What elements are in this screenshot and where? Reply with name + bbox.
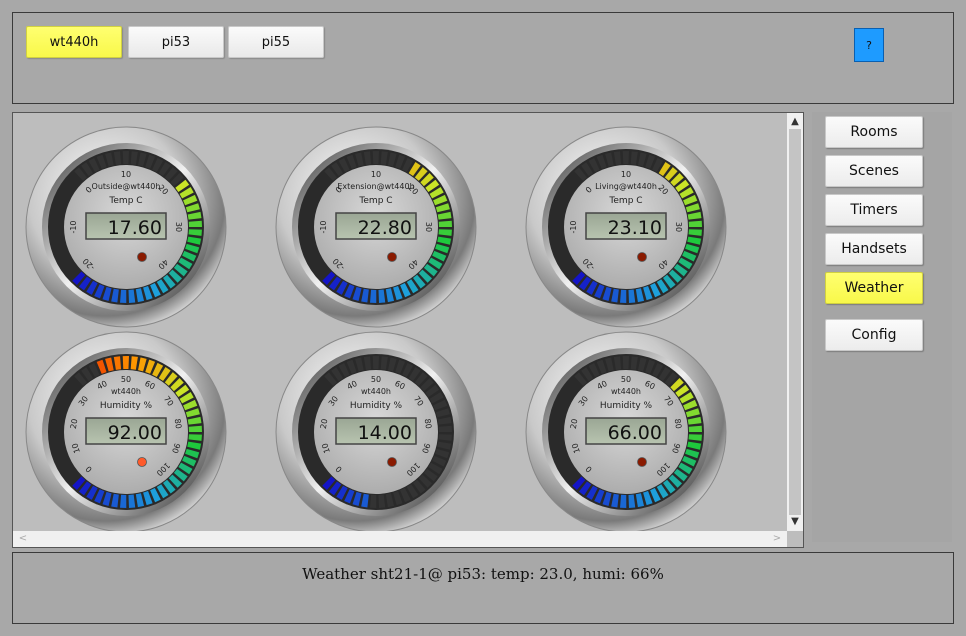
gauge-segment <box>438 220 452 227</box>
gauge-top-label: wt440h <box>361 387 391 396</box>
gauge-tick-label: 10 <box>371 170 381 179</box>
horizontal-scrollbar[interactable]: < > <box>13 531 787 547</box>
gauge-value: 22.80 <box>358 217 412 239</box>
host-button-pi53[interactable]: pi53 <box>128 26 224 58</box>
vertical-scrollbar[interactable]: ▲ ▼ <box>787 113 803 531</box>
gauge-value: 17.60 <box>108 217 162 239</box>
gauge-4: 010203040 50 60708090100wt440hHumidity %14… <box>275 331 477 531</box>
gauge-top-label: wt440h <box>111 387 141 396</box>
nav-button-scenes[interactable]: Scenes <box>825 155 923 187</box>
host-button-wt440h[interactable]: wt440h <box>26 26 122 58</box>
scroll-down-arrow-icon[interactable]: ▼ <box>787 515 803 529</box>
status-text: Weather sht21-1@ pi53: temp: 23.0, humi:… <box>302 565 664 583</box>
nav-button-rooms[interactable]: Rooms <box>825 116 923 148</box>
gauge-segment <box>122 151 129 165</box>
gauge-tick-label: 20 <box>569 418 579 429</box>
scroll-up-arrow-icon[interactable]: ▲ <box>787 115 803 129</box>
gauge-unit-label: Humidity % <box>350 401 403 411</box>
gauge-value: 92.00 <box>108 422 162 444</box>
gauge-tick-label: 20 <box>69 418 79 429</box>
gauge-tick-label: 80 <box>423 418 433 429</box>
gauge-segment <box>122 356 129 370</box>
gauge-segment <box>622 151 629 165</box>
gauge-led <box>137 457 147 467</box>
gauge-tick-label: 80 <box>173 418 183 429</box>
nav-button-timers[interactable]: Timers <box>825 194 923 226</box>
gauge-segment <box>438 425 452 432</box>
nav-button-weather[interactable]: Weather <box>825 272 923 304</box>
gauge-3: 010203040 50 60708090100wt440hHumidity %92… <box>25 331 227 531</box>
gauge-segment <box>120 289 127 303</box>
gauge-grid: -20 -10 0 10 20 30 40 Outside@wt440h Temp C 17.60… <box>13 113 787 531</box>
gauge-unit-label: Humidity % <box>600 401 653 411</box>
gauge-segment <box>370 289 377 303</box>
gauges-canvas: -20-10010203040Outside@wt440hTemp C17.60… <box>25 126 727 531</box>
gauge-tick-label: -10 <box>319 220 328 233</box>
gauge-segment <box>372 356 379 370</box>
gauge-top-label: Extension@wt440h <box>337 182 414 191</box>
gauge-segment <box>188 425 202 432</box>
gauge-led <box>137 252 147 262</box>
help-button[interactable]: ? <box>854 28 884 62</box>
gauge-segment <box>370 494 377 508</box>
nav-button-handsets[interactable]: Handsets <box>825 233 923 265</box>
gauge-led <box>637 252 647 262</box>
gauge-top-label: Living@wt440h <box>595 182 657 191</box>
gauge-tick-label: 30 <box>424 222 433 232</box>
gauge-tick-label: 50 <box>621 375 631 384</box>
gauge-tick-label: 30 <box>674 222 683 232</box>
scroll-right-arrow-icon[interactable]: > <box>769 532 785 546</box>
gauge-segment <box>120 494 127 508</box>
gauge-unit-label: Humidity % <box>100 401 153 411</box>
gauge-0: -20-10010203040Outside@wt440hTemp C17.60 <box>25 126 227 328</box>
gauge-led <box>387 457 397 467</box>
gauge-5: 010203040 50 60708090100wt440hHumidity %66… <box>525 331 727 531</box>
gauge-tick-label: 50 <box>121 375 131 384</box>
gauge-unit-label: Temp C <box>108 196 142 206</box>
gauge-segment <box>372 151 379 165</box>
status-bar: Weather sht21-1@ pi53: temp: 23.0, humi:… <box>12 552 954 624</box>
host-button-pi55[interactable]: pi55 <box>228 26 324 58</box>
scroll-left-arrow-icon[interactable]: < <box>15 532 31 546</box>
gauge-tick-label: 50 <box>371 375 381 384</box>
gauge-tick-label: 20 <box>319 418 329 429</box>
gauge-tick-label: -10 <box>69 220 78 233</box>
gauge-2: -20-10010203040Living@wt440hTemp C23.10 <box>525 126 727 328</box>
gauge-top-label: wt440h <box>611 387 641 396</box>
gauge-tick-label: 30 <box>174 222 183 232</box>
gauge-value: 23.10 <box>608 217 662 239</box>
gauge-tick-label: 80 <box>673 418 683 429</box>
gauge-tick-label: 10 <box>121 170 131 179</box>
gauge-led <box>637 457 647 467</box>
gauge-segment <box>688 425 702 432</box>
gauge-segment <box>688 220 702 227</box>
vertical-scroll-thumb[interactable] <box>789 129 801 515</box>
gauge-value: 14.00 <box>358 422 412 444</box>
gauge-top-label: Outside@wt440h <box>92 182 161 191</box>
gauge-value: 66.00 <box>608 422 662 444</box>
gauge-segment <box>188 220 202 227</box>
gauge-unit-label: Temp C <box>608 196 642 206</box>
nav-button-config[interactable]: Config <box>825 319 923 351</box>
gauge-led <box>387 252 397 262</box>
gauge-1: -20-10010203040Extension@wt440hTemp C22.… <box>275 126 477 328</box>
gauge-tick-label: -10 <box>569 220 578 233</box>
gauge-tick-label: 10 <box>621 170 631 179</box>
gauge-segment <box>622 356 629 370</box>
gauge-unit-label: Temp C <box>358 196 392 206</box>
gauge-segment <box>620 289 627 303</box>
gauge-segment <box>620 494 627 508</box>
